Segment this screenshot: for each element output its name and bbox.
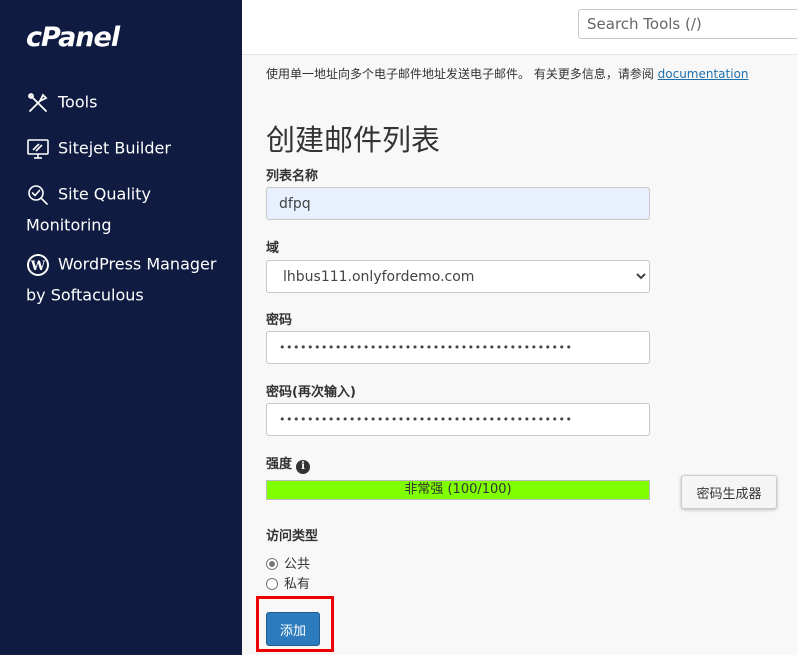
password-generator-button[interactable]: 密码生成器 — [681, 475, 777, 509]
monitor-icon — [26, 137, 50, 161]
password-again-input[interactable]: ••••••••••••••••••••••••••••••••••••••••… — [266, 403, 650, 436]
main-content: 使用单一地址向多个电子邮件地址发送电子邮件。 有关更多信息，请参阅 docume… — [242, 55, 797, 655]
page-title: 创建邮件列表 — [266, 123, 441, 157]
list-name-label: 列表名称 — [266, 169, 319, 184]
radio-private[interactable] — [266, 578, 278, 590]
sidebar-item-wordpress-manager[interactable]: W WordPress Manager by Softaculous — [26, 249, 236, 310]
domain-label: 域 — [266, 241, 280, 256]
access-option-private[interactable]: 私有 — [266, 573, 310, 592]
strength-text: 非常强 (100/100) — [404, 482, 512, 497]
sidebar-item-label: Sitejet Builder — [58, 138, 171, 158]
radio-public[interactable] — [266, 558, 278, 570]
search-tools-input[interactable] — [578, 9, 797, 39]
sidebar: cPanel Tools Sitejet Builder Site Qualit… — [0, 0, 242, 655]
info-icon[interactable]: i — [296, 460, 311, 474]
password-input[interactable]: ••••••••••••••••••••••••••••••••••••••••… — [266, 331, 650, 364]
access-option-public[interactable]: 公共 — [266, 553, 310, 572]
cpanel-logo[interactable]: cPanel — [26, 22, 120, 53]
list-name-input[interactable] — [266, 187, 650, 220]
sidebar-item-site-quality-monitoring[interactable]: Site Quality Monitoring — [26, 179, 226, 240]
documentation-link[interactable]: documentation — [658, 67, 749, 81]
access-type-label: 访问类型 — [266, 529, 319, 544]
sidebar-item-label: WordPress Manager by Softaculous — [26, 254, 217, 305]
strength-label: 强度 i — [266, 453, 311, 474]
svg-text:W: W — [30, 259, 46, 274]
wordpress-icon: W — [26, 253, 50, 277]
page-description: 使用单一地址向多个电子邮件地址发送电子邮件。 有关更多信息，请参阅 docume… — [266, 67, 749, 81]
password-label: 密码 — [266, 313, 293, 328]
password-again-label: 密码(再次输入) — [266, 385, 356, 400]
domain-select[interactable]: lhbus111.onlyfordemo.com — [266, 260, 650, 293]
password-strength-meter: 非常强 (100/100) — [266, 480, 650, 500]
sidebar-item-sitejet-builder[interactable]: Sitejet Builder — [26, 133, 171, 164]
top-header — [242, 0, 797, 55]
sidebar-item-tools[interactable]: Tools — [26, 87, 97, 118]
add-button[interactable]: 添加 — [266, 612, 320, 646]
tools-icon — [26, 91, 50, 115]
magnifier-check-icon — [26, 183, 50, 207]
sidebar-item-label: Tools — [58, 92, 98, 112]
